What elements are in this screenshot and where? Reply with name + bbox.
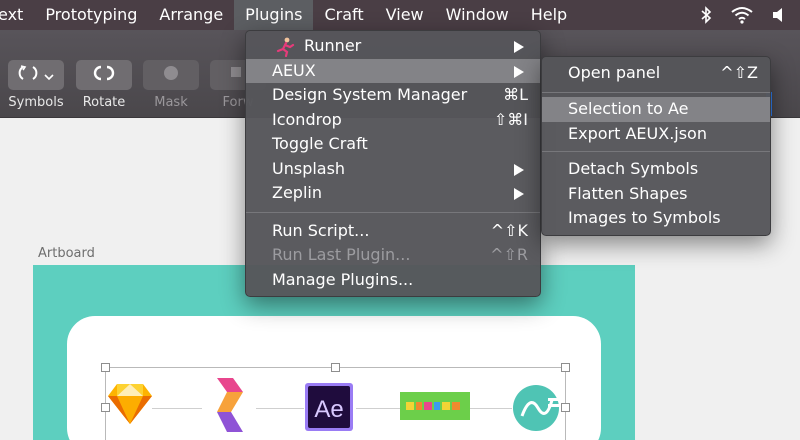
artboard-label[interactable]: Artboard <box>38 246 95 261</box>
menu-item-manage-plugins[interactable]: Manage Plugins... <box>246 268 540 293</box>
menu-item-label: Toggle Craft <box>272 134 368 153</box>
submenu-arrow-icon <box>514 41 524 53</box>
menu-item-label: Run Script... <box>272 220 370 240</box>
connector-line <box>470 408 512 409</box>
connector-line <box>152 408 202 409</box>
menu-item-runner[interactable]: Runner <box>246 34 540 59</box>
aeux-submenu: Open panel ^⇧Z Selection to Ae Export AE… <box>541 56 771 236</box>
menu-item-selection-to-ae[interactable]: Selection to Ae <box>542 97 770 122</box>
menu-separator <box>542 151 770 152</box>
resize-handle[interactable] <box>561 403 570 412</box>
menu-item-export-aeux-json[interactable]: Export AEUX.json <box>542 122 770 147</box>
abstract-logo-icon[interactable] <box>213 376 247 438</box>
connector-line <box>256 408 304 409</box>
connector-line <box>356 408 400 409</box>
menu-item-label: Selection to Ae <box>568 99 689 118</box>
menu-item-label: Design System Manager <box>272 85 468 104</box>
plugins-menu: Runner AEUX Design System Manager ⌘L Ico… <box>245 30 541 297</box>
mask-label: Mask <box>154 95 188 110</box>
keyshape-logo-icon[interactable] <box>400 392 470 424</box>
chevron-down-icon <box>44 66 54 85</box>
menubar-item-view[interactable]: View <box>375 0 435 30</box>
menu-separator <box>542 92 770 93</box>
menu-item-images-to-symbols[interactable]: Images to Symbols <box>542 206 770 231</box>
rotate-icon <box>93 64 115 86</box>
ae-logo-text: Ae <box>314 396 343 423</box>
shortcut-label: ⌘L <box>503 85 528 104</box>
menu-item-design-system-manager[interactable]: Design System Manager ⌘L <box>246 83 540 108</box>
menu-item-label: Manage Plugins... <box>272 269 414 289</box>
menu-item-open-panel[interactable]: Open panel ^⇧Z <box>542 59 770 86</box>
menu-item-run-last-plugin: Run Last Plugin... ^⇧R <box>246 243 540 268</box>
menu-item-detach-symbols[interactable]: Detach Symbols <box>542 157 770 182</box>
menu-item-label: Run Last Plugin... <box>272 245 411 264</box>
bluetooth-icon[interactable] <box>700 6 712 24</box>
submenu-arrow-icon <box>514 65 524 78</box>
symbols-button[interactable]: Symbols <box>6 60 66 110</box>
menu-item-label: Icondrop <box>272 109 342 129</box>
menu-item-label: Export AEUX.json <box>568 123 707 143</box>
menu-item-label: Images to Symbols <box>568 208 721 227</box>
menu-item-run-script[interactable]: Run Script... ^⇧K <box>246 219 540 244</box>
mask-button[interactable]: Mask <box>141 60 201 110</box>
resize-handle[interactable] <box>101 363 110 372</box>
menu-bar: ext Prototyping Arrange Plugins Craft Vi… <box>0 0 800 30</box>
resize-handle[interactable] <box>561 363 570 372</box>
menu-item-unsplash[interactable]: Unsplash <box>246 157 540 182</box>
submenu-arrow-icon <box>514 188 524 200</box>
shortcut-label: ^⇧R <box>490 245 528 264</box>
symbols-icon <box>18 64 38 86</box>
menu-item-toggle-craft[interactable]: Toggle Craft <box>246 132 540 157</box>
menu-item-label: Zeplin <box>272 183 322 202</box>
shortcut-label: ⇧⌘I <box>493 109 528 129</box>
wifi-icon[interactable] <box>730 6 754 24</box>
resize-handle[interactable] <box>331 363 340 372</box>
menubar-item-plugins[interactable]: Plugins <box>234 0 314 30</box>
menubar-item-craft[interactable]: Craft <box>313 0 374 30</box>
after-effects-logo-icon[interactable]: Ae <box>305 383 353 435</box>
shortcut-label: ^⇧Z <box>720 63 758 82</box>
menu-item-flatten-shapes[interactable]: Flatten Shapes <box>542 182 770 207</box>
menu-item-aeux[interactable]: AEUX <box>246 58 540 83</box>
menu-item-zeplin[interactable]: Zeplin <box>246 181 540 206</box>
menubar-item-help[interactable]: Help <box>520 0 578 30</box>
mask-icon <box>160 64 182 86</box>
menubar-item-prototyping[interactable]: Prototyping <box>34 0 148 30</box>
menubar-item-arrange[interactable]: Arrange <box>148 0 234 30</box>
submenu-arrow-icon <box>514 163 524 176</box>
status-area <box>700 0 800 30</box>
menu-item-label: Unsplash <box>272 158 346 178</box>
rotate-label: Rotate <box>82 95 126 110</box>
menu-item-icondrop[interactable]: Icondrop ⇧⌘I <box>246 108 540 133</box>
rotate-button[interactable]: Rotate <box>74 60 134 110</box>
menu-item-label: Detach Symbols <box>568 159 699 178</box>
shortcut-label: ^⇧K <box>490 220 528 240</box>
sketch-logo-icon[interactable] <box>107 382 153 430</box>
symbols-label: Symbols <box>8 95 64 110</box>
menu-item-aeux-label: AEUX <box>272 60 316 80</box>
speaker-icon[interactable] <box>772 6 786 24</box>
menubar-item-window[interactable]: Window <box>435 0 520 30</box>
menu-item-label: Open panel <box>568 63 661 82</box>
menu-item-label: Flatten Shapes <box>568 183 688 203</box>
menubar-item-text[interactable]: ext <box>0 0 34 30</box>
lottie-logo-icon[interactable] <box>512 384 562 436</box>
menu-separator <box>246 211 540 213</box>
